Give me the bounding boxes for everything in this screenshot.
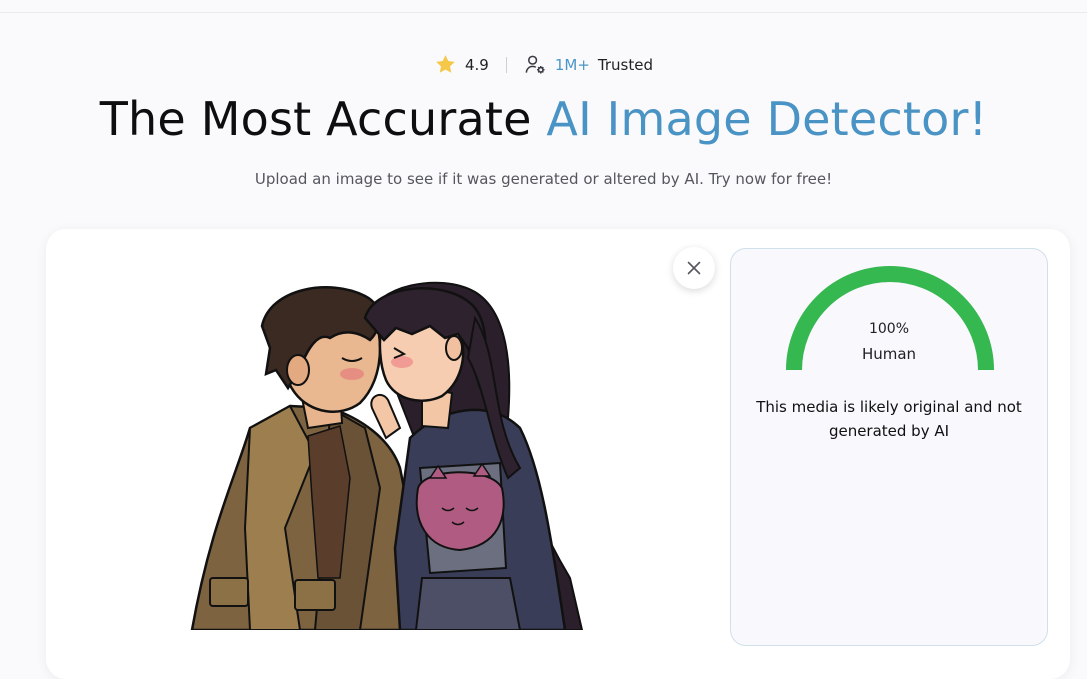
verdict-text: This media is likely original and not ge… bbox=[756, 398, 1022, 440]
close-button[interactable] bbox=[673, 247, 715, 289]
close-icon bbox=[687, 261, 701, 275]
page-title: The Most Accurate AI Image Detector! bbox=[0, 92, 1087, 146]
trusted-label: Trusted bbox=[597, 55, 653, 74]
result-panel: 100% Human This media is likely original… bbox=[730, 248, 1048, 646]
trusted-count: 1M+ bbox=[554, 55, 590, 74]
gauge-percent: 100% bbox=[868, 321, 910, 337]
user-settings-icon bbox=[525, 55, 545, 74]
gauge-label: Human bbox=[861, 345, 917, 363]
rating-score: 4.9 bbox=[465, 55, 489, 74]
header-divider bbox=[0, 12, 1087, 13]
page-subtitle: Upload an image to see if it was generat… bbox=[254, 170, 833, 188]
rating-bar: 4.9 1M+ Trusted bbox=[0, 53, 1087, 76]
rating-separator bbox=[505, 56, 507, 73]
page-title-accent: AI Image Detector! bbox=[546, 92, 988, 146]
star-icon bbox=[436, 55, 455, 73]
page-title-main: The Most Accurate bbox=[99, 92, 547, 146]
uploaded-image bbox=[190, 281, 584, 630]
